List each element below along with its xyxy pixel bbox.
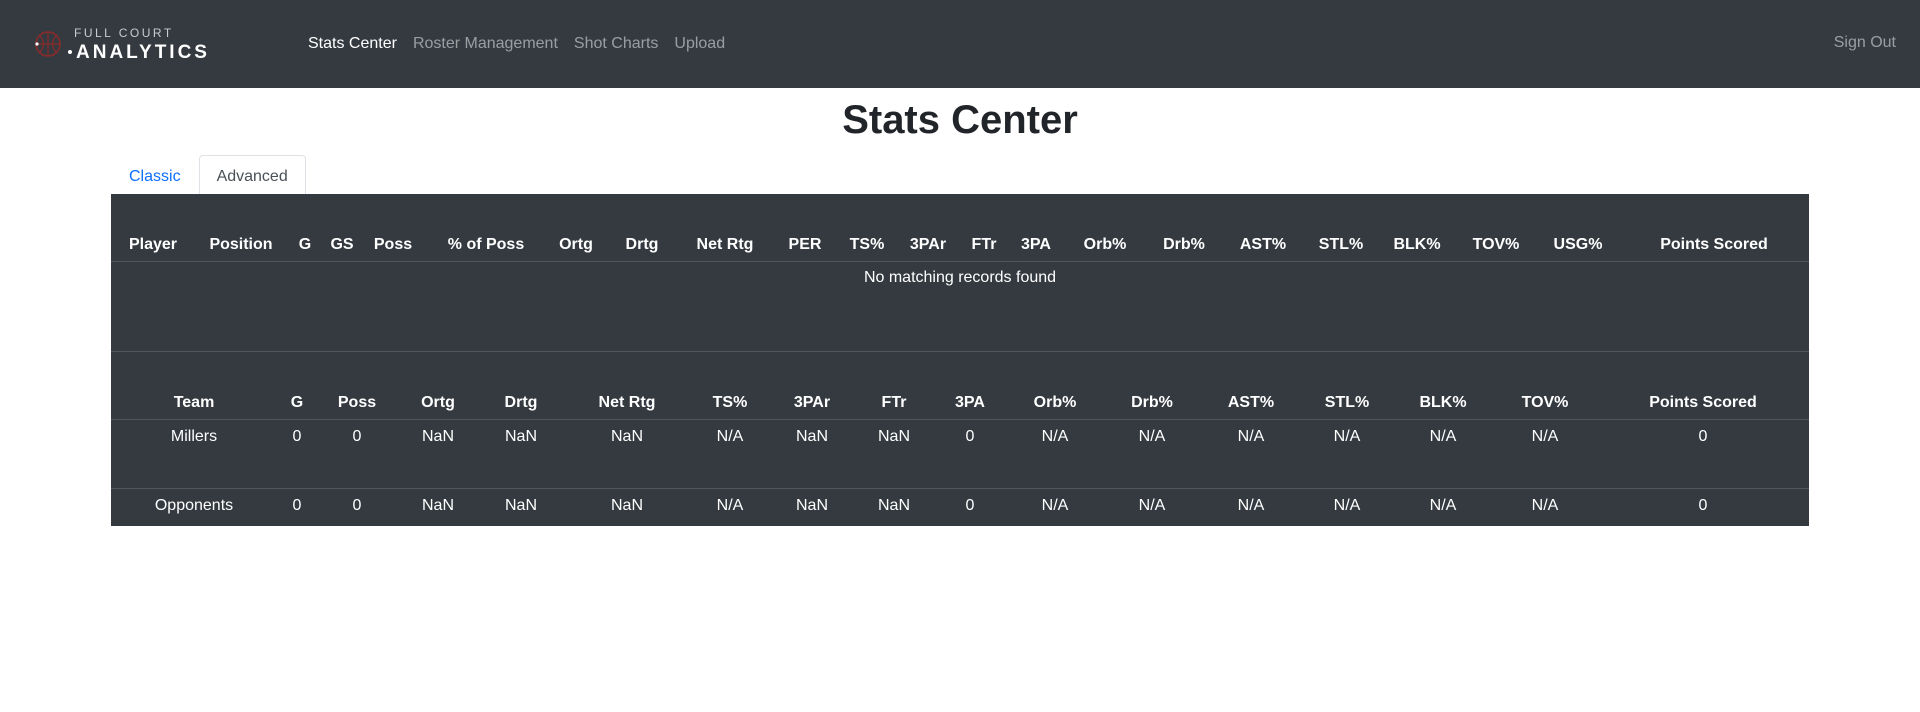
column-header[interactable]: Ortg <box>547 194 605 262</box>
column-header[interactable]: AST% <box>1201 352 1301 420</box>
top-navbar: FULL COURT ANALYTICS Stats Center Roster… <box>0 0 1920 88</box>
column-header[interactable]: Net Rtg <box>679 194 771 262</box>
table-cell: NaN <box>563 419 691 489</box>
nav-links: Stats Center Roster Management Shot Char… <box>300 27 733 61</box>
table-cell: 0 <box>277 419 317 489</box>
table-cell: NaN <box>397 419 479 489</box>
column-header[interactable]: Drtg <box>605 194 679 262</box>
table-cell: N/A <box>1493 419 1597 489</box>
column-header[interactable]: PER <box>771 194 839 262</box>
column-header[interactable]: Drtg <box>479 352 563 420</box>
basketball-icon <box>35 31 61 57</box>
table-cell: NaN <box>421 497 454 514</box>
column-header[interactable]: 3PAr <box>769 352 855 420</box>
table-cell: NaN <box>479 419 563 489</box>
brand-logo[interactable]: FULL COURT ANALYTICS <box>34 14 274 74</box>
column-header[interactable]: TS% <box>839 194 895 262</box>
column-header[interactable]: Ortg <box>397 352 479 420</box>
table-cell: N/A <box>1007 419 1103 489</box>
table-cell: N/A <box>1531 497 1559 514</box>
column-header[interactable]: USG% <box>1537 194 1619 262</box>
column-header[interactable]: Orb% <box>1065 194 1145 262</box>
table-cell: N/A <box>1429 497 1457 514</box>
table-cell: N/A <box>1103 419 1201 489</box>
table-cell: N/A <box>1041 497 1069 514</box>
column-header[interactable]: BLK% <box>1379 194 1455 262</box>
team-name-cell: Millers <box>111 419 277 489</box>
team-stats-table: Team G Poss Ortg Drtg Net Rtg TS% 3PAr F… <box>111 352 1809 557</box>
team-name-cell: Opponents <box>154 497 234 514</box>
table-cell: 0 <box>1698 497 1708 514</box>
column-header[interactable]: TOV% <box>1493 352 1597 420</box>
column-header[interactable]: Team <box>111 352 277 420</box>
table-cell: NaN <box>795 497 828 514</box>
table-cell: N/A <box>1393 419 1493 489</box>
page-title: Stats Center <box>842 98 1078 142</box>
column-header[interactable]: 3PA <box>933 352 1007 420</box>
table-cell: 0 <box>292 497 302 514</box>
column-header[interactable]: AST% <box>1223 194 1303 262</box>
column-header[interactable]: Net Rtg <box>563 352 691 420</box>
table-cell: N/A <box>1138 497 1166 514</box>
team-header-row: Team G Poss Ortg Drtg Net Rtg TS% 3PAr F… <box>111 352 1809 420</box>
column-header[interactable]: G <box>287 194 323 262</box>
column-header[interactable]: FTr <box>961 194 1007 262</box>
column-header[interactable]: 3PA <box>1007 194 1065 262</box>
table-cell: 0 <box>1597 419 1809 489</box>
table-cell: 0 <box>965 497 975 514</box>
table-row: Millers 0 0 NaN NaN NaN N/A NaN NaN 0 N/… <box>111 419 1809 489</box>
no-records-message: No matching records found <box>863 269 1057 286</box>
nav-link-upload[interactable]: Upload <box>666 27 733 61</box>
table-divider <box>111 303 1809 352</box>
column-header[interactable]: Poss <box>361 194 425 262</box>
column-header[interactable]: Position <box>195 194 287 262</box>
column-header[interactable]: G <box>277 352 317 420</box>
column-header[interactable]: FTr <box>855 352 933 420</box>
table-cell: 0 <box>352 497 362 514</box>
player-stats-table: Player Position G GS Poss % of Poss Ortg… <box>111 194 1809 303</box>
nav-link-stats-center[interactable]: Stats Center <box>300 27 405 61</box>
table-cell: 0 <box>317 419 397 489</box>
column-header[interactable]: % of Poss <box>425 194 547 262</box>
nav-link-roster-management[interactable]: Roster Management <box>405 27 566 61</box>
column-header[interactable]: Points Scored <box>1597 352 1809 420</box>
table-cell: NaN <box>769 419 855 489</box>
column-header[interactable]: Points Scored <box>1619 194 1809 262</box>
table-row: Opponents 0 0 NaN NaN NaN N/A NaN NaN 0 … <box>111 489 1809 558</box>
column-header[interactable]: GS <box>323 194 361 262</box>
table-cell: NaN <box>610 497 643 514</box>
column-header[interactable]: STL% <box>1301 352 1393 420</box>
sign-out-link[interactable]: Sign Out <box>1834 26 1896 60</box>
column-header[interactable]: Drb% <box>1145 194 1223 262</box>
stats-tabs: Classic Advanced <box>111 155 1920 196</box>
brand-top-text: FULL COURT <box>74 25 174 40</box>
table-cell: NaN <box>855 419 933 489</box>
table-cell: N/A <box>1201 419 1301 489</box>
advanced-stats-panel: Player Position G GS Poss % of Poss Ortg… <box>111 194 1809 526</box>
table-cell: NaN <box>504 497 537 514</box>
column-header[interactable]: TOV% <box>1455 194 1537 262</box>
nav-link-shot-charts[interactable]: Shot Charts <box>566 27 666 61</box>
column-header[interactable]: Drb% <box>1103 352 1201 420</box>
tab-classic[interactable]: Classic <box>111 155 199 196</box>
table-cell: N/A <box>716 497 744 514</box>
player-header-row: Player Position G GS Poss % of Poss Ortg… <box>111 194 1809 262</box>
brand-bottom-text: ANALYTICS <box>76 41 210 63</box>
column-header[interactable]: TS% <box>691 352 769 420</box>
table-cell: N/A <box>1237 497 1265 514</box>
empty-row: No matching records found <box>111 262 1809 304</box>
table-cell: NaN <box>877 497 910 514</box>
column-header[interactable]: STL% <box>1303 194 1379 262</box>
table-cell: N/A <box>1333 497 1361 514</box>
column-header[interactable]: 3PAr <box>895 194 961 262</box>
table-cell: N/A <box>691 419 769 489</box>
brand-dot-icon <box>68 50 72 54</box>
tab-advanced[interactable]: Advanced <box>198 155 306 196</box>
table-cell: N/A <box>1301 419 1393 489</box>
column-header[interactable]: Poss <box>317 352 397 420</box>
column-header[interactable]: BLK% <box>1393 352 1493 420</box>
table-cell: 0 <box>933 419 1007 489</box>
column-header[interactable]: Orb% <box>1007 352 1103 420</box>
column-header[interactable]: Player <box>111 194 195 262</box>
